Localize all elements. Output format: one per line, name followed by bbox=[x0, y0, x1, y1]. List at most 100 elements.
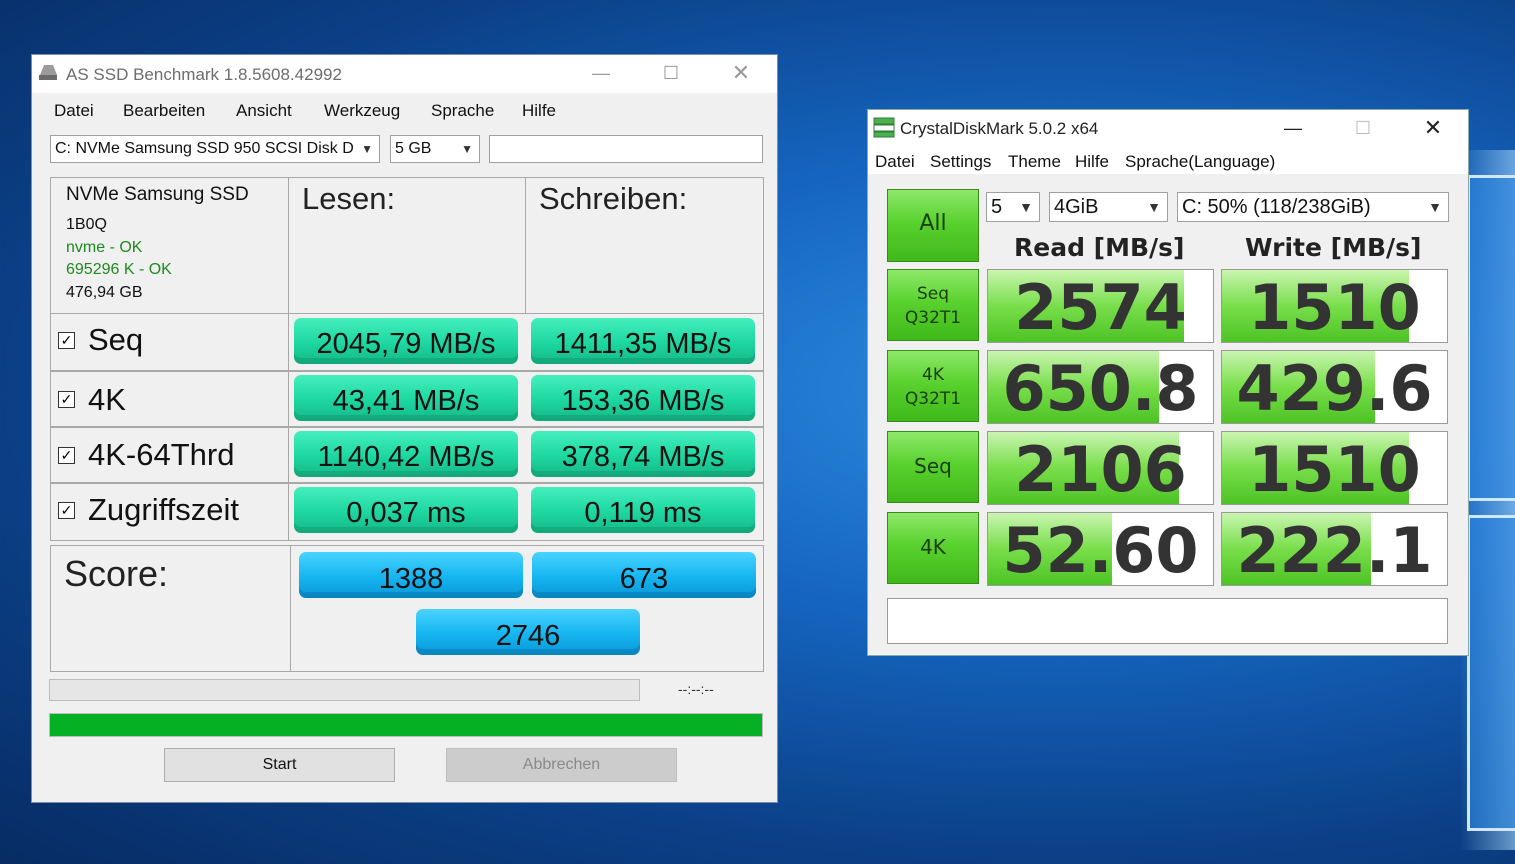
4k-q32t1-write-cell: 429.6 bbox=[1221, 350, 1448, 424]
row-label: 4K bbox=[88, 382, 126, 417]
cancel-button[interactable]: Abbrechen bbox=[446, 748, 677, 782]
4k-q32t1-read-value: 650.8 bbox=[1002, 352, 1199, 424]
4k-read-value: 43,41 MB/s bbox=[294, 375, 518, 421]
maximize-button[interactable]: ☐ bbox=[648, 55, 694, 91]
menu-bar: Datei Settings Theme Hilfe Sprache(Langu… bbox=[868, 146, 1468, 174]
menu-bar: Datei Bearbeiten Ansicht Werkzeug Sprach… bbox=[32, 93, 777, 127]
test-label-line1: Seq bbox=[914, 454, 952, 478]
windows-logo-pane-top bbox=[1467, 175, 1515, 501]
4k-q32t1-write-value: 429.6 bbox=[1236, 352, 1433, 424]
size-value: 4GiB bbox=[1054, 196, 1099, 218]
read-header: Read [MB/s] bbox=[1014, 233, 1185, 262]
4k-64thrd-checkbox[interactable]: ✓ bbox=[58, 447, 75, 464]
all-button[interactable]: All bbox=[887, 189, 979, 262]
menu-datei[interactable]: Datei bbox=[875, 152, 915, 172]
menu-bearbeiten[interactable]: Bearbeiten bbox=[123, 101, 205, 121]
all-label: All bbox=[919, 211, 947, 236]
read-header: Lesen: bbox=[302, 181, 396, 216]
comment-field[interactable] bbox=[887, 598, 1448, 644]
progress-fill bbox=[50, 714, 762, 736]
seq-q32t1-button[interactable]: Seq Q32T1 bbox=[887, 269, 979, 341]
close-button[interactable]: ✕ bbox=[718, 55, 764, 91]
menu-sprache[interactable]: Sprache(Language) bbox=[1125, 152, 1275, 172]
menu-hilfe[interactable]: Hilfe bbox=[522, 101, 556, 121]
menu-hilfe[interactable]: Hilfe bbox=[1075, 152, 1109, 172]
driver-status: nvme - OK bbox=[66, 239, 143, 256]
4k-read-cell: 52.60 bbox=[987, 512, 1214, 586]
score-label: Score: bbox=[64, 553, 169, 594]
menu-ansicht[interactable]: Ansicht bbox=[236, 101, 292, 121]
score-divider bbox=[290, 545, 291, 672]
4k-q32t1-read-cell: 650.8 bbox=[987, 350, 1214, 424]
chevron-down-icon: ▼ bbox=[1147, 199, 1161, 215]
chevron-down-icon: ▼ bbox=[361, 142, 373, 156]
chevron-down-icon: ▼ bbox=[461, 142, 473, 156]
menu-werkzeug[interactable]: Werkzeug bbox=[324, 101, 400, 121]
drive-select[interactable]: C: 50% (118/238GiB) ▼ bbox=[1177, 192, 1449, 222]
cdm-titlebar[interactable]: CrystalDiskMark 5.0.2 x64 — ☐ ✕ bbox=[868, 110, 1468, 146]
size-select-value: 5 GB bbox=[395, 140, 432, 157]
harddisk-icon bbox=[39, 65, 57, 80]
test-label-line1: 4K bbox=[922, 365, 944, 385]
start-button[interactable]: Start bbox=[164, 748, 395, 782]
menu-settings[interactable]: Settings bbox=[930, 152, 991, 172]
seq-checkbox[interactable]: ✓ bbox=[58, 332, 75, 349]
close-button[interactable]: ✕ bbox=[1410, 110, 1456, 146]
4k-checkbox[interactable]: ✓ bbox=[58, 391, 75, 408]
write-header: Write [MB/s] bbox=[1245, 233, 1422, 262]
menu-sprache[interactable]: Sprache bbox=[431, 101, 494, 121]
count-select[interactable]: 5 ▼ bbox=[986, 192, 1040, 222]
zugriffszeit-checkbox[interactable]: ✓ bbox=[58, 502, 75, 519]
crystaldiskmark-window: CrystalDiskMark 5.0.2 x64 — ☐ ✕ Datei Se… bbox=[868, 110, 1468, 655]
drive-select-value: C: NVMe Samsung SSD 950 SCSI Disk D bbox=[55, 140, 354, 157]
drive-firmware: 1B0Q bbox=[66, 216, 107, 233]
menu-datei[interactable]: Datei bbox=[54, 101, 94, 121]
column-divider bbox=[288, 313, 289, 541]
windows-logo-pane-bottom bbox=[1467, 515, 1515, 831]
4k-64thrd-read-value: 1140,42 MB/s bbox=[294, 431, 518, 477]
test-label-line2: Q32T1 bbox=[904, 389, 962, 409]
zugriffszeit-read-value: 0,037 ms bbox=[294, 487, 518, 533]
seq-read-cell: 2106 bbox=[987, 431, 1214, 505]
minimize-button[interactable]: — bbox=[578, 55, 624, 91]
chevron-down-icon: ▼ bbox=[1019, 199, 1033, 215]
seq-q32t1-write-value: 1510 bbox=[1248, 271, 1421, 343]
write-header: Schreiben: bbox=[539, 181, 688, 216]
minimize-button[interactable]: — bbox=[1270, 110, 1316, 146]
maximize-button[interactable]: ☐ bbox=[1340, 110, 1386, 146]
drive-select[interactable]: C: NVMe Samsung SSD 950 SCSI Disk D ▼ bbox=[50, 135, 380, 163]
4k-write-value: 153,36 MB/s bbox=[531, 375, 755, 421]
test-label-line1: Seq bbox=[916, 284, 950, 304]
seq-q32t1-read-value: 2574 bbox=[1014, 271, 1187, 343]
as-ssd-titlebar[interactable]: AS SSD Benchmark 1.8.5608.42992 — ☐ ✕ bbox=[32, 55, 777, 93]
4k-q32t1-button[interactable]: 4K Q32T1 bbox=[887, 350, 979, 422]
time-display: --:--:-- bbox=[678, 681, 714, 697]
zugriffszeit-write-value: 0,119 ms bbox=[531, 487, 755, 533]
size-select[interactable]: 5 GB ▼ bbox=[390, 135, 480, 163]
drive-capacity: 476,94 GB bbox=[66, 284, 143, 301]
crystaldiskmark-icon bbox=[873, 117, 895, 138]
row-label: 4K-64Thrd bbox=[88, 437, 235, 472]
seq-write-value: 1510 bbox=[1248, 433, 1421, 505]
window-title: CrystalDiskMark 5.0.2 x64 bbox=[900, 119, 1099, 138]
seq-q32t1-read-cell: 2574 bbox=[987, 269, 1214, 343]
window-title: AS SSD Benchmark 1.8.5608.42992 bbox=[66, 65, 342, 84]
seq-read-value: 2045,79 MB/s bbox=[294, 318, 518, 364]
menu-theme[interactable]: Theme bbox=[1008, 152, 1061, 172]
test-label-line1: 4K bbox=[920, 535, 946, 559]
drive-name: NVMe Samsung SSD bbox=[66, 184, 249, 205]
seq-write-value: 1411,35 MB/s bbox=[531, 318, 755, 364]
4k-button[interactable]: 4K bbox=[887, 512, 979, 584]
size-select[interactable]: 4GiB ▼ bbox=[1049, 192, 1168, 222]
drive-value: C: 50% (118/238GiB) bbox=[1182, 196, 1371, 218]
4k-write-value: 222.1 bbox=[1236, 514, 1433, 586]
score-read: 1388 bbox=[299, 552, 523, 598]
progress-bar bbox=[49, 713, 763, 737]
as-ssd-window: AS SSD Benchmark 1.8.5608.42992 — ☐ ✕ Da… bbox=[32, 55, 777, 802]
seq-read-value: 2106 bbox=[1014, 433, 1187, 505]
path-field[interactable] bbox=[489, 135, 763, 163]
seq-button[interactable]: Seq bbox=[887, 431, 979, 503]
4k-write-cell: 222.1 bbox=[1221, 512, 1448, 586]
4k-read-value: 52.60 bbox=[1002, 514, 1199, 586]
chevron-down-icon: ▼ bbox=[1428, 199, 1442, 215]
